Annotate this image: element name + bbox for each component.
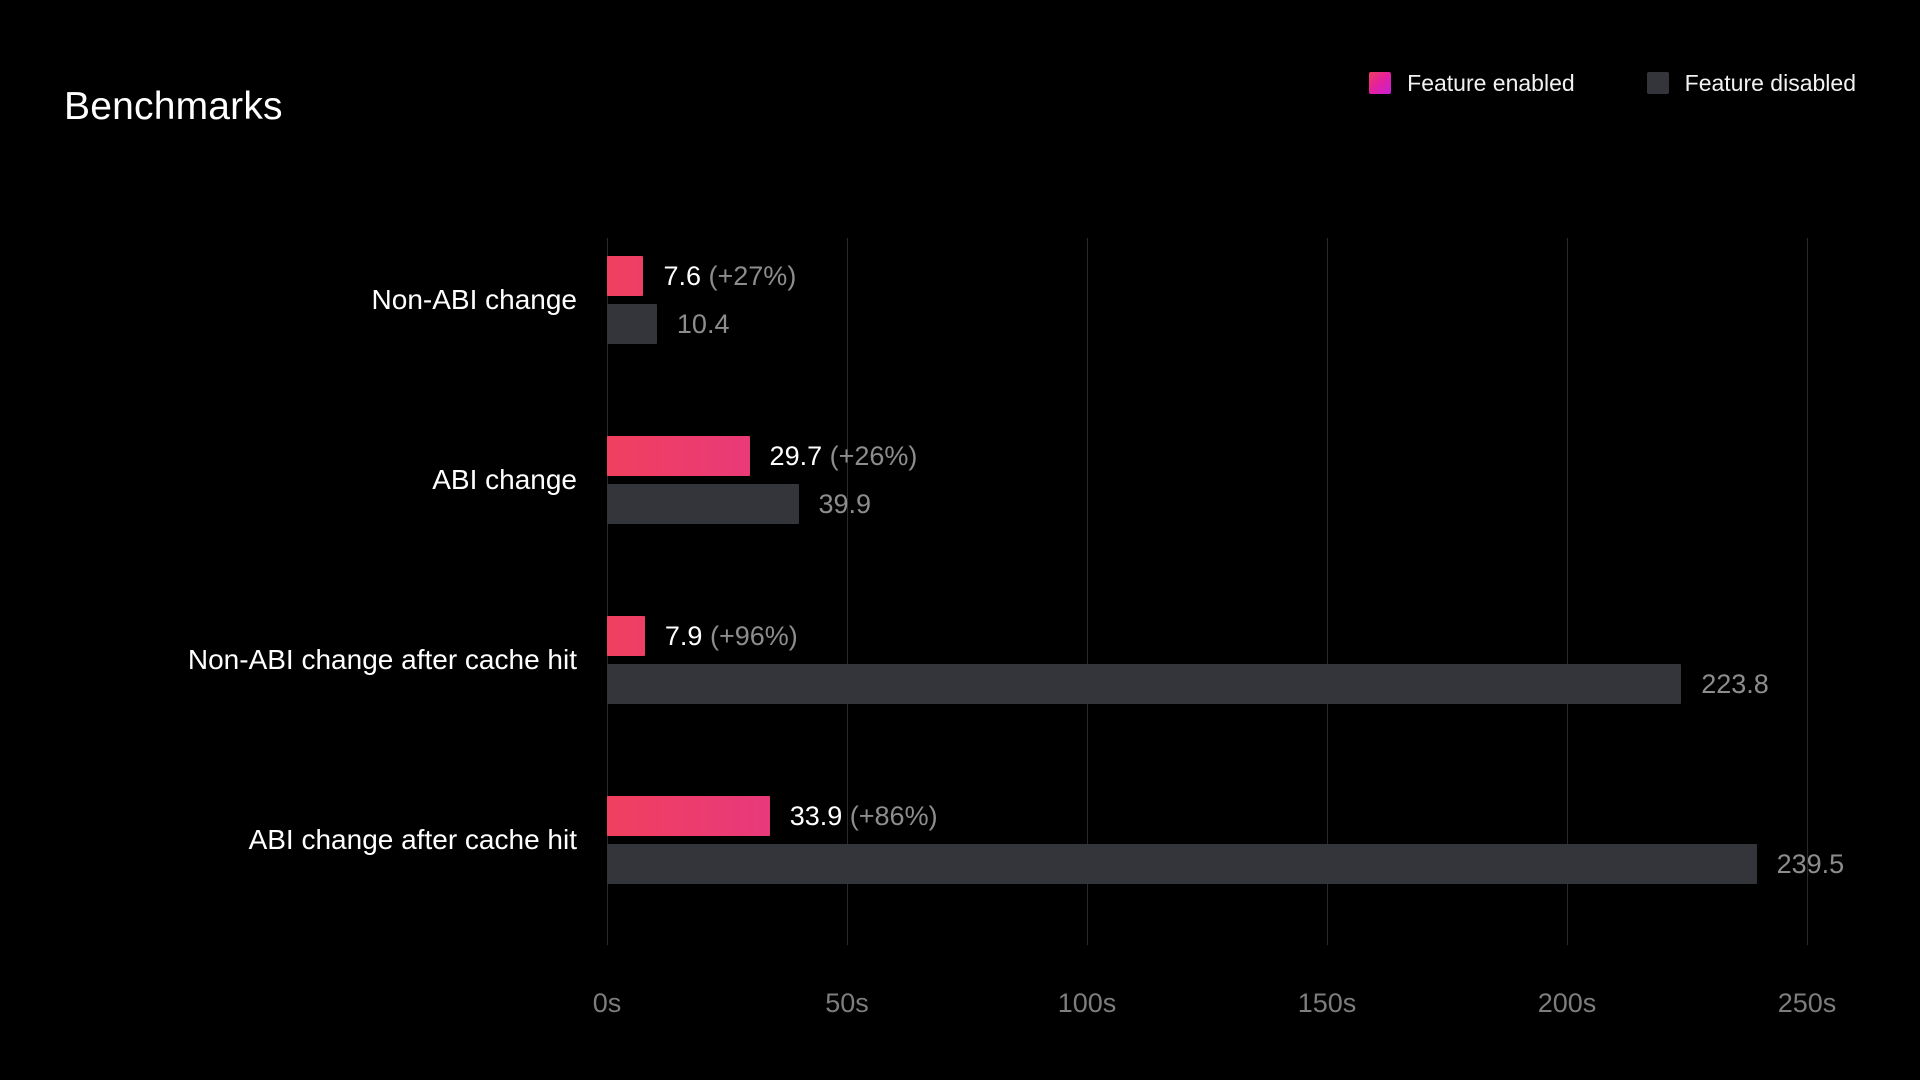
category-label: Non-ABI change — [371, 284, 577, 315]
x-tick-label: 250s — [1777, 988, 1837, 1018]
bar-feature-disabled[interactable] — [607, 664, 1682, 704]
x-tick-label: 100s — [1057, 988, 1117, 1018]
bar-value-disabled: 223.8 — [1701, 669, 1769, 699]
bar-value-group-enabled: 33.9 (+86%) — [790, 798, 938, 834]
category-label: Non-ABI change after cache hit — [187, 644, 577, 675]
bar-feature-enabled[interactable] — [607, 436, 750, 476]
bar-value-enabled: 33.9 — [789, 801, 843, 831]
bar-delta-enabled: (+26%) — [822, 441, 918, 471]
category-label: ABI change — [432, 464, 577, 495]
bar-feature-enabled[interactable] — [607, 796, 770, 836]
chart-canvas: Non-ABI change ABI change Non-ABI change a… — [0, 0, 1920, 1080]
bar-value-group-enabled: 29.7 (+26%) — [770, 438, 918, 474]
bar-value-disabled: 239.5 — [1776, 849, 1845, 879]
bar-value-enabled: 7.9 — [664, 621, 703, 651]
bar-feature-disabled[interactable] — [607, 304, 657, 344]
bar-value-disabled: 10.4 — [676, 309, 730, 339]
bar-value-enabled: 7.6 — [663, 261, 702, 291]
x-tick-label: 50s — [825, 988, 869, 1018]
chart-x-axis-ticks: 0s 50s 100s 150s 200s 250s — [593, 985, 1837, 1025]
bar-value-disabled: 39.9 — [818, 489, 872, 519]
bar-feature-enabled[interactable] — [607, 256, 644, 296]
chart-category-axis: Non-ABI change ABI change Non-ABI change a… — [0, 238, 577, 945]
bar-delta-enabled: (+96%) — [702, 621, 798, 651]
x-tick-label: 200s — [1537, 988, 1597, 1018]
bar-value-enabled: 29.7 — [769, 441, 823, 471]
category-label: ABI change after cache hit — [248, 824, 577, 855]
bar-delta-enabled: (+27%) — [701, 261, 797, 291]
x-tick-label: 150s — [1297, 988, 1357, 1018]
bar-feature-disabled[interactable] — [607, 844, 1757, 884]
bar-feature-disabled[interactable] — [607, 484, 799, 524]
x-tick-label: 0s — [592, 988, 622, 1018]
bar-delta-enabled: (+86%) — [842, 801, 938, 831]
benchmark-chart-page: Benchmarks Feature enabled Feature disab… — [0, 0, 1920, 1080]
chart-bars: 7.6 (+27%) 10.4 29.7 (+26%) 39.9 7.9 (+96%) 2… — [607, 238, 1920, 945]
bar-value-group-enabled: 7.9 (+96%) — [665, 618, 798, 654]
bar-feature-enabled[interactable] — [607, 616, 645, 656]
bar-value-group-enabled: 7.6 (+27%) — [663, 258, 796, 294]
